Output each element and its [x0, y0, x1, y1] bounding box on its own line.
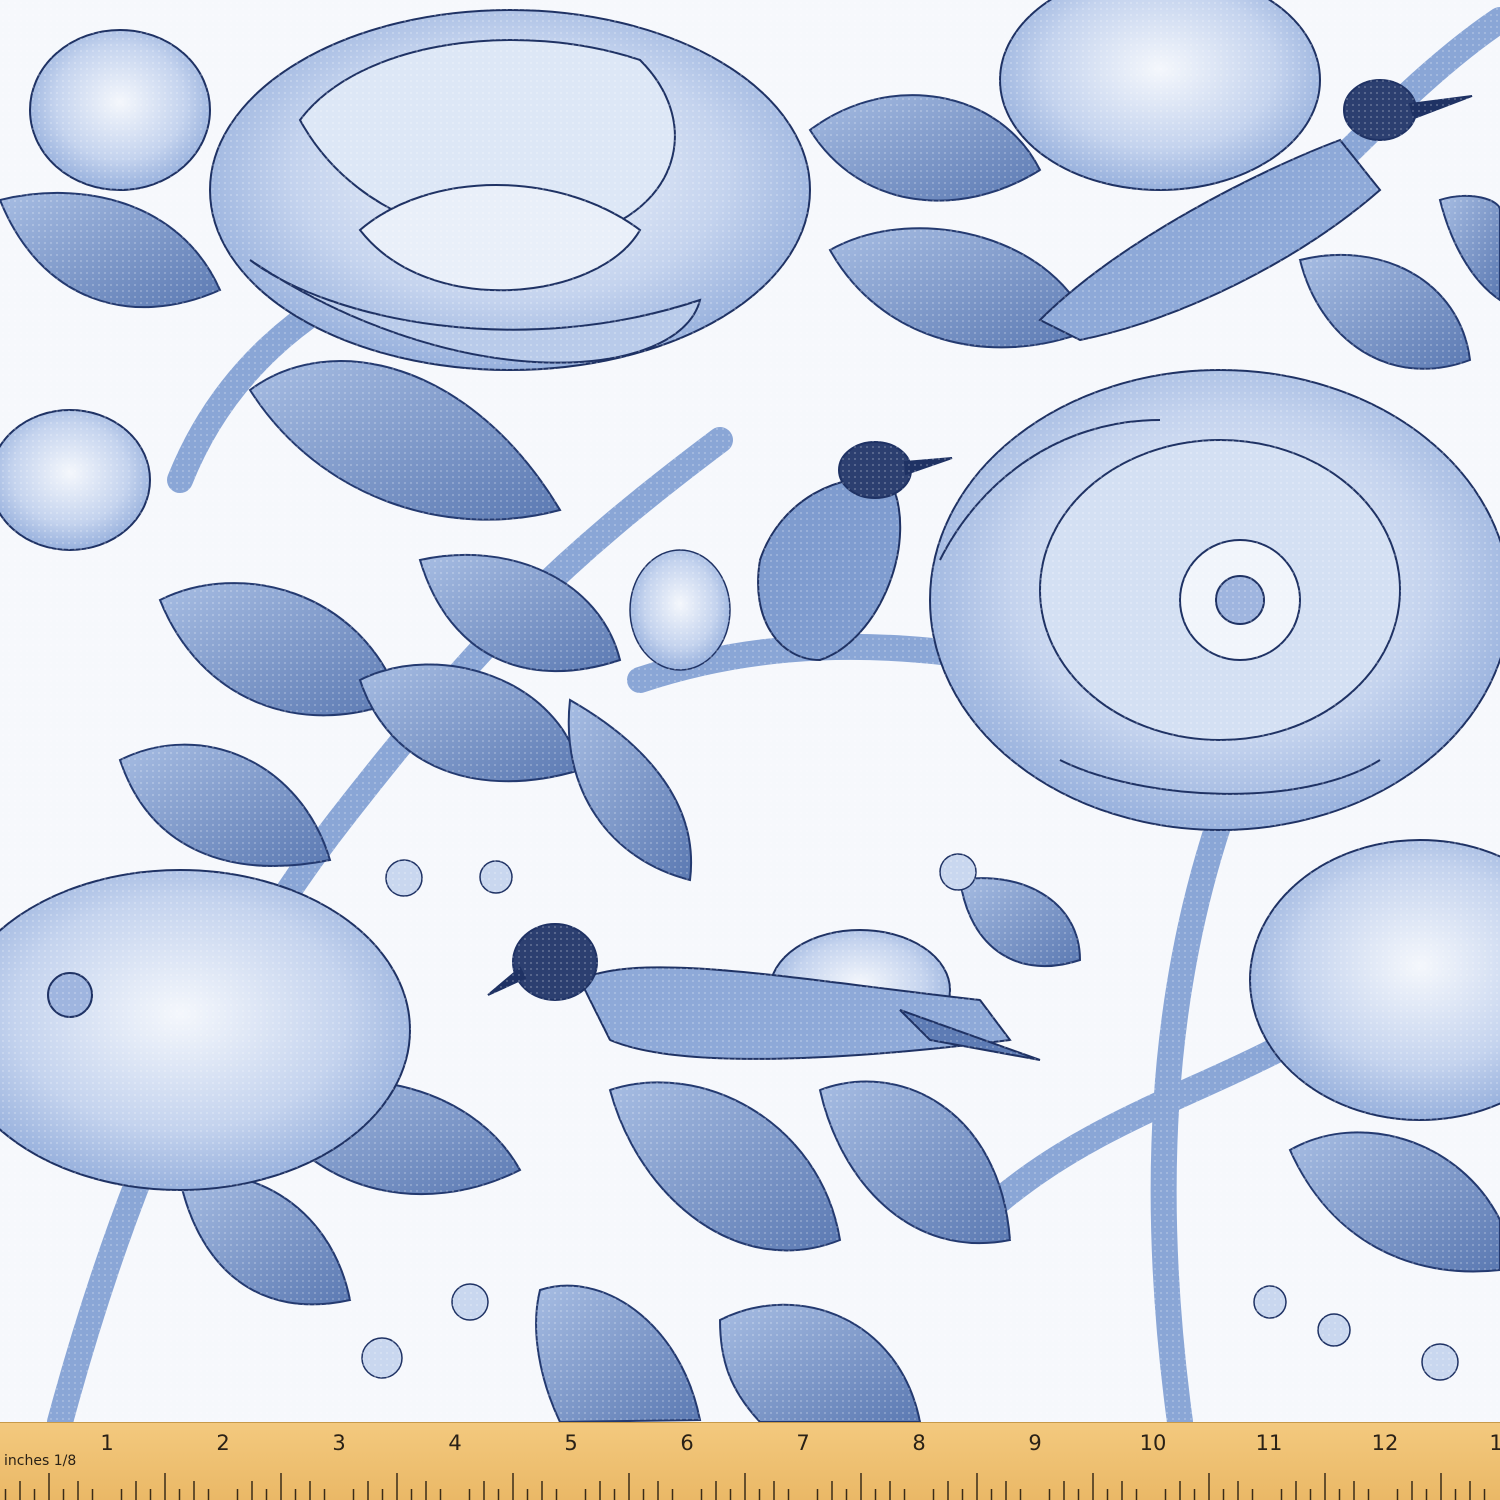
ruler-number: 2 [216, 1431, 230, 1455]
ruler-number: 1 [100, 1431, 114, 1455]
ruler-number: 7 [796, 1431, 810, 1455]
ruler-unit-label: inches 1/8 [4, 1453, 77, 1469]
ruler-number: 9 [1028, 1431, 1042, 1455]
fabric-swatch-image: inches 1/8 1 2 3 4 5 6 7 8 9 10 11 12 1 [0, 0, 1500, 1500]
ruler: inches 1/8 1 2 3 4 5 6 7 8 9 10 11 12 1 [0, 1422, 1500, 1500]
ruler-number: 6 [680, 1431, 694, 1455]
ruler-number: 4 [448, 1431, 462, 1455]
ruler-number: 1 [1489, 1431, 1500, 1455]
ruler-number: 3 [332, 1431, 346, 1455]
ruler-number: 11 [1255, 1431, 1283, 1455]
floral-pattern [0, 0, 1500, 1422]
ruler-number: 12 [1371, 1431, 1399, 1455]
ruler-number: 8 [912, 1431, 926, 1455]
ruler-number: 5 [564, 1431, 578, 1455]
ruler-number: 10 [1139, 1431, 1167, 1455]
